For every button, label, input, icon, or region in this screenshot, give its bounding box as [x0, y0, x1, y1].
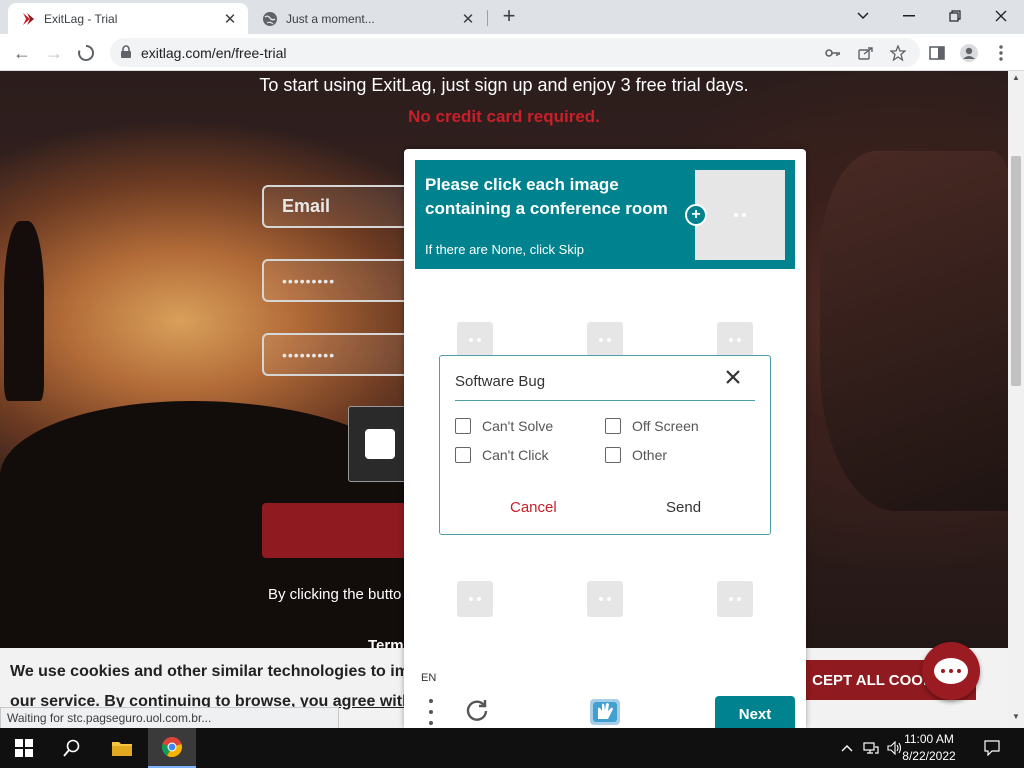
background-figure [4, 221, 44, 401]
cookie-text: We use cookies and other similar technol… [10, 663, 425, 680]
send-button[interactable]: Send [666, 499, 701, 516]
option-label: Can't Click [482, 447, 549, 463]
option-cant-solve[interactable]: Can't Solve [455, 418, 553, 434]
sign-up-button[interactable] [262, 503, 422, 558]
loading-dots-icon [729, 338, 741, 342]
checkbox[interactable] [605, 418, 621, 434]
refresh-icon[interactable] [464, 697, 490, 723]
exitlag-logo-icon [20, 11, 36, 27]
lock-icon[interactable] [120, 45, 134, 59]
restore-button[interactable] [940, 4, 970, 28]
captcha-tile[interactable] [587, 322, 623, 358]
intro-text: To start using ExitLag, just sign up and… [259, 75, 749, 95]
search-icon[interactable] [48, 728, 96, 768]
captcha-prompt-subtitle: If there are None, click Skip [425, 242, 584, 257]
dialog-title: Software Bug [455, 373, 546, 390]
captcha-challenge-panel: Please click each image containing a con… [404, 149, 806, 728]
clock-date[interactable]: 8/22/2022 [894, 749, 964, 763]
confirm-password-field[interactable]: ••••••••• [262, 333, 422, 376]
no-credit-card-text: No credit card required. [408, 107, 600, 126]
windows-taskbar: 11:00 AM 8/22/2022 [0, 728, 1024, 768]
tab-separator [487, 10, 488, 26]
option-label: Off Screen [632, 418, 699, 434]
minimize-button[interactable] [894, 4, 924, 28]
option-off-screen[interactable]: Off Screen [605, 418, 699, 434]
divider [455, 400, 755, 401]
loading-stop-button[interactable] [72, 39, 100, 67]
password-field[interactable]: ••••••••• [262, 259, 422, 302]
star-icon[interactable] [888, 43, 908, 63]
tab-strip: ExitLag - Trial ✕ Just a moment... ✕ + [0, 0, 1024, 34]
chat-icon[interactable] [922, 642, 980, 700]
captcha-tile[interactable] [457, 322, 493, 358]
more-options-icon[interactable] [426, 699, 436, 725]
tab-close-icon[interactable]: ✕ [220, 9, 240, 29]
option-label: Can't Solve [482, 418, 554, 434]
language-selector[interactable]: EN [421, 672, 436, 684]
hcaptcha-logo-icon[interactable] [588, 697, 622, 727]
captcha-tile[interactable] [587, 581, 623, 617]
menu-icon[interactable] [990, 42, 1012, 64]
option-other[interactable]: Other [605, 447, 667, 463]
captcha-prompt-title: Please click each image containing a con… [425, 175, 668, 218]
tab-label: ExitLag - Trial [44, 11, 118, 26]
address-bar[interactable]: exitlag.com/en/free-trial [110, 38, 920, 67]
expand-example-icon[interactable]: + [685, 204, 707, 226]
loading-dots-icon [469, 338, 481, 342]
close-icon[interactable] [724, 368, 746, 390]
terms-notice-text: By clicking the butto [268, 586, 402, 603]
tab-just-a-moment[interactable]: Just a moment... ✕ [250, 3, 486, 34]
chat-bubble-icon [934, 658, 968, 684]
show-hidden-icons-icon[interactable] [838, 739, 856, 757]
captcha-example-image[interactable] [695, 170, 785, 260]
close-window-button[interactable] [986, 4, 1016, 28]
windows-start-icon[interactable] [0, 728, 48, 768]
loading-dots-icon [729, 597, 741, 601]
report-bug-dialog: Software Bug Can't Solve Off Screen Can'… [439, 355, 771, 535]
browser-toolbar: ← → exitlag.com/en/free-trial [0, 34, 1024, 71]
option-cant-click[interactable]: Can't Click [455, 447, 548, 463]
checkbox[interactable] [455, 418, 471, 434]
tab-exitlag-trial[interactable]: ExitLag - Trial ✕ [8, 3, 248, 34]
key-icon[interactable] [823, 43, 843, 63]
profile-icon[interactable] [958, 42, 980, 64]
captcha-tile[interactable] [717, 322, 753, 358]
notifications-icon[interactable] [983, 739, 1001, 757]
email-field[interactable]: Email [262, 185, 422, 228]
checkbox[interactable] [455, 447, 471, 463]
scroll-up-arrow-icon[interactable]: ▲ [1008, 73, 1024, 85]
back-button[interactable]: ← [8, 39, 36, 67]
tab-search-button[interactable] [848, 4, 878, 28]
scroll-thumb[interactable] [1011, 156, 1021, 386]
clock-time[interactable]: 11:00 AM [894, 732, 964, 746]
captcha-tile[interactable] [457, 581, 493, 617]
captcha-checkbox[interactable] [365, 429, 395, 459]
checkbox[interactable] [605, 447, 621, 463]
background-rock [820, 151, 1008, 511]
side-panel-icon[interactable] [926, 42, 948, 64]
share-icon[interactable] [856, 43, 876, 63]
loading-dots-icon [469, 597, 481, 601]
page-scrollbar[interactable]: ▲ ▼ [1008, 71, 1024, 728]
url-text[interactable]: exitlag.com/en/free-trial [141, 45, 287, 61]
next-button[interactable]: Next [715, 696, 795, 728]
forward-button[interactable]: → [40, 39, 68, 67]
cancel-button[interactable]: Cancel [510, 499, 557, 516]
globe-icon [262, 11, 278, 27]
tab-close-icon[interactable]: ✕ [458, 9, 478, 29]
captcha-prompt: Please click each image containing a con… [415, 160, 795, 269]
option-label: Other [632, 447, 668, 463]
loading-dots-icon [734, 213, 746, 217]
loading-dots-icon [599, 338, 611, 342]
network-icon[interactable] [862, 739, 880, 757]
file-explorer-icon[interactable] [98, 728, 146, 768]
captcha-tile[interactable] [717, 581, 753, 617]
new-tab-button[interactable]: + [498, 5, 520, 28]
tab-label: Just a moment... [286, 11, 375, 26]
scroll-down-arrow-icon[interactable]: ▼ [1008, 712, 1024, 724]
loading-dots-icon [599, 597, 611, 601]
browser-status-bar: Waiting for stc.pagseguro.uol.com.br... [0, 707, 339, 728]
chrome-taskbar-icon[interactable] [148, 728, 196, 768]
